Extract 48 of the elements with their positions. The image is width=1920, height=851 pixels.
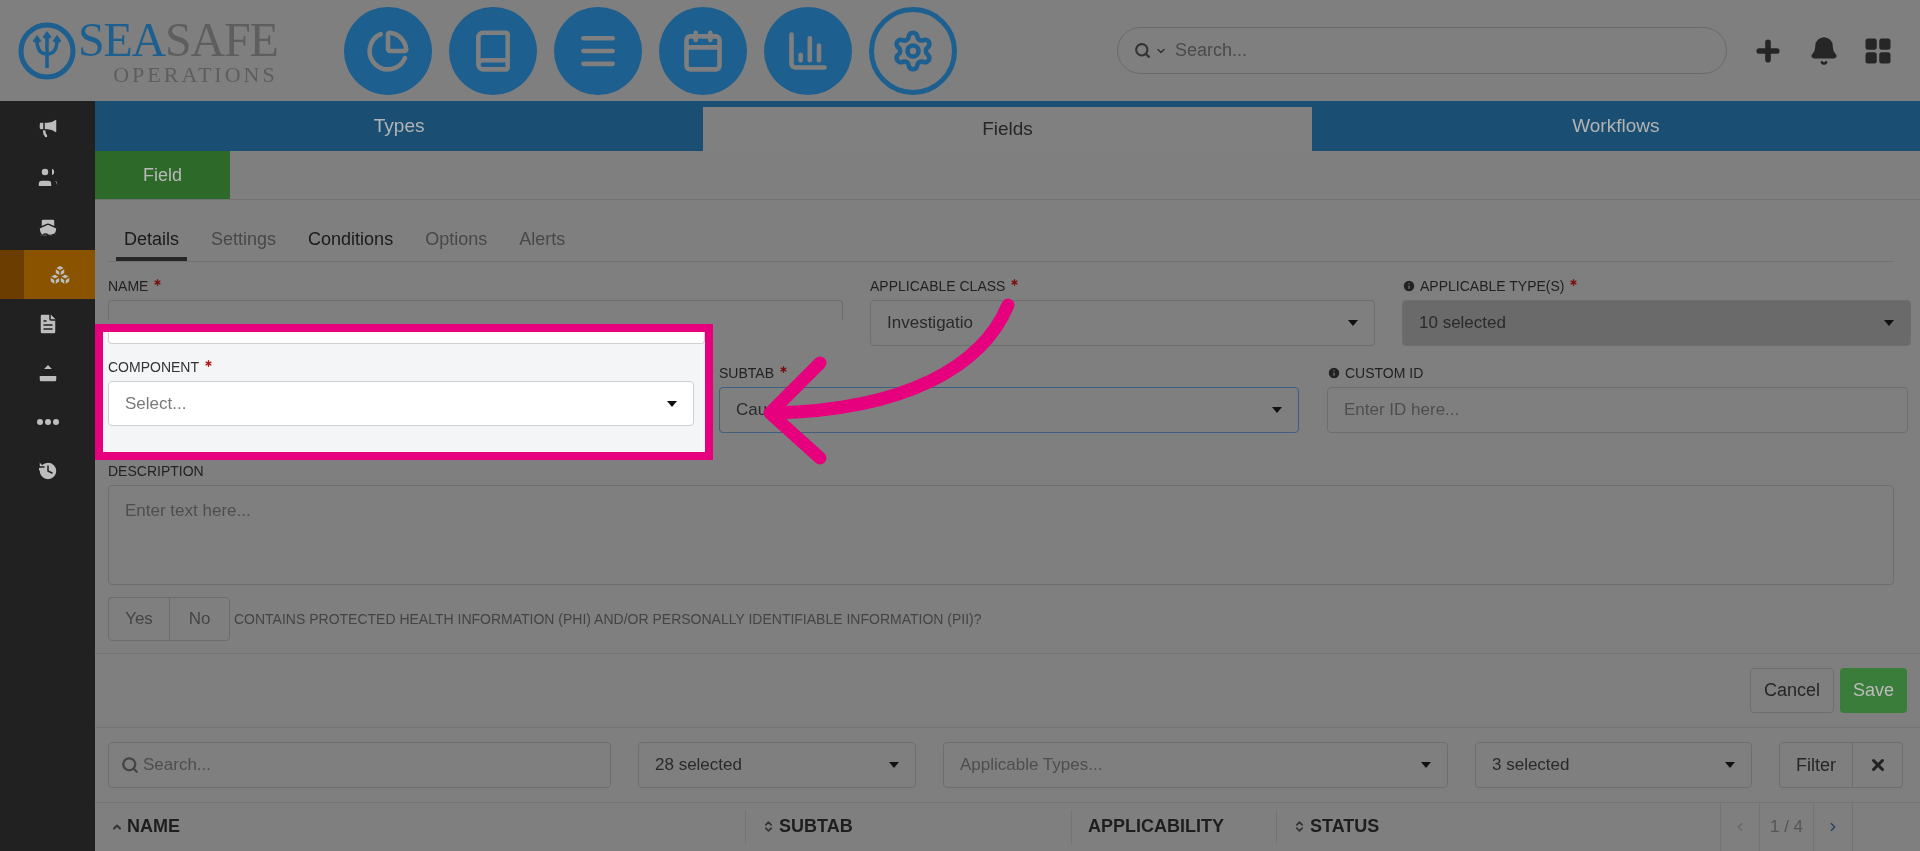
field-label: COMPONENT [108, 357, 199, 377]
caret-icon [1725, 762, 1735, 768]
search-icon [1134, 42, 1151, 59]
dashboard-icon [366, 28, 410, 73]
toggle-option[interactable]: Yes [109, 598, 169, 640]
field-label: CUSTOM ID [1345, 363, 1424, 383]
caret-icon [667, 400, 677, 407]
field-label: SUBTAB [719, 363, 774, 383]
settings-icon [891, 28, 935, 73]
tab[interactable]: Fields [703, 107, 1312, 151]
field-label: APPLICABLE CLASS [870, 276, 1006, 296]
toggle-option[interactable]: No [169, 598, 229, 640]
tab[interactable]: Types [95, 101, 704, 151]
caret-icon [1884, 320, 1894, 326]
calendar-icon [681, 28, 725, 73]
sort-icon [1293, 820, 1306, 833]
required-icon [778, 363, 789, 375]
column-header[interactable]: STATUS [1276, 809, 1706, 844]
bell-icon [1809, 35, 1839, 66]
field-tab[interactable]: Field [95, 151, 230, 199]
field-label: DESCRIPTION [108, 461, 204, 481]
search-icon [121, 756, 139, 774]
caret-icon [889, 762, 899, 768]
column-header[interactable]: APPLICABILITY [1071, 809, 1276, 844]
tab[interactable]: Workflows [1311, 101, 1920, 151]
dropdown-field[interactable]: Select... [108, 381, 694, 426]
logo-text: SEA [78, 12, 166, 66]
subtab[interactable]: Details [116, 221, 188, 261]
column-header[interactable]: SUBTAB [745, 809, 1071, 844]
required-icon [203, 357, 214, 369]
subtab[interactable]: Conditions [300, 221, 402, 261]
caret-icon [1421, 762, 1431, 768]
info-icon [1402, 279, 1416, 293]
caret-icon [1272, 407, 1282, 413]
cancel-button[interactable]: Cancel [1749, 668, 1834, 713]
more-icon [36, 418, 59, 425]
column-header[interactable]: NAME [95, 809, 745, 844]
phi-question: CONTAINS PROTECTED HEALTH INFORMATION (PHI) AND/OR PERSONALLY IDENTIFIABLE INFORMATION (PII)? [234, 609, 982, 629]
dropdown-field[interactable]: Investigatio [870, 300, 1375, 346]
trident-logo-icon [18, 21, 76, 80]
dropdown-field[interactable]: 28 selected [638, 742, 916, 788]
save-button[interactable]: Save [1839, 668, 1907, 713]
field-label: NAME [108, 276, 149, 296]
info-icon [1327, 366, 1341, 380]
dropdown-field[interactable]: 3 selected [1475, 742, 1752, 788]
caret-icon [1348, 320, 1358, 326]
sort-icon [762, 820, 775, 833]
field-label: APPLICABLE TYPE(S) [1420, 276, 1565, 296]
